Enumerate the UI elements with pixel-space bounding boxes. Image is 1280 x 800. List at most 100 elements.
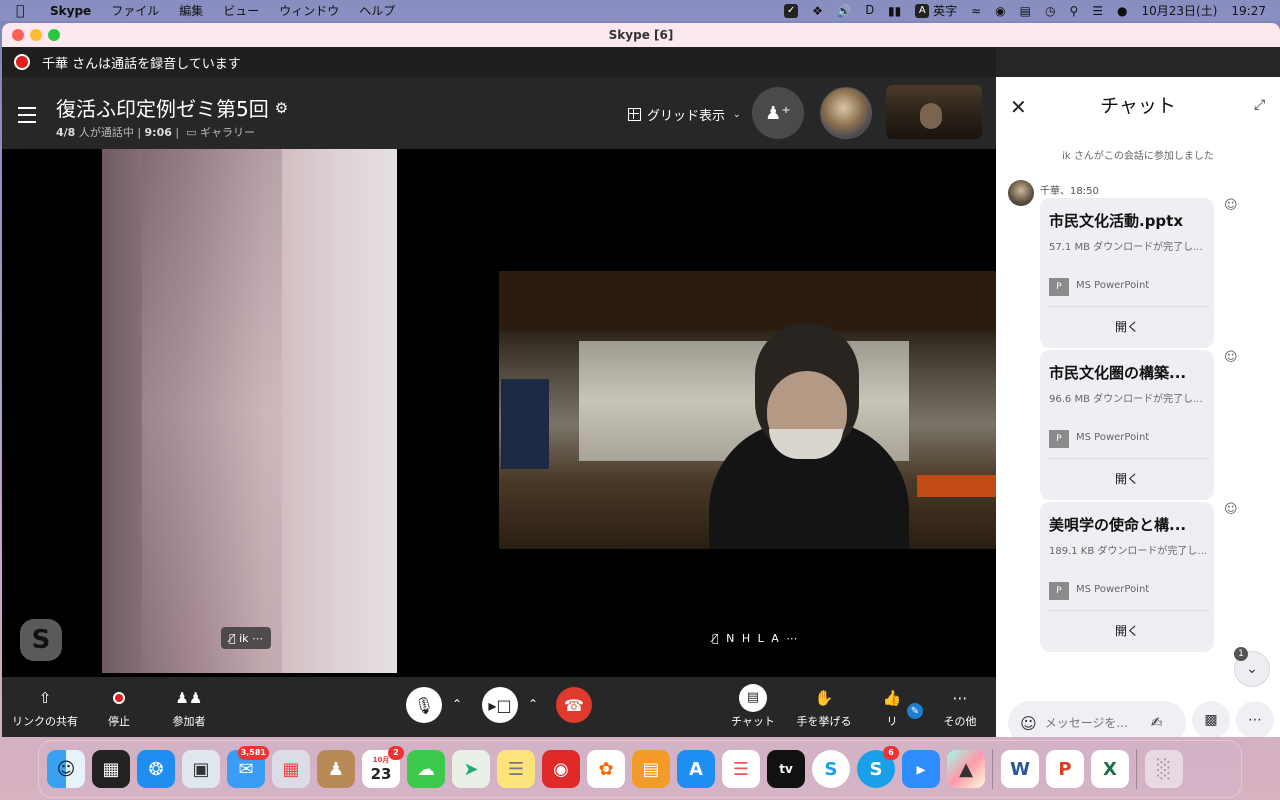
dropbox-icon[interactable]: ❖: [812, 4, 823, 18]
expand-icon[interactable]: ⤢: [1254, 97, 1265, 113]
zoom-window-button[interactable]: [48, 29, 60, 41]
hamburger-menu-icon[interactable]: [18, 107, 36, 128]
skype-alt-icon[interactable]: S6: [857, 746, 899, 788]
skype-icon[interactable]: S: [812, 750, 850, 788]
bluetooth-icon[interactable]: Ꭰ: [866, 3, 874, 18]
participant-video-thumbnail[interactable]: [886, 85, 982, 139]
wifi-icon[interactable]: ≈: [971, 4, 981, 18]
word-icon[interactable]: W: [1001, 750, 1039, 788]
finder-icon[interactable]: ☺: [47, 750, 85, 788]
participants-button[interactable]: ♟♟ 参加者: [164, 687, 214, 729]
video-tile-nhla[interactable]: [499, 271, 996, 549]
more-options-button[interactable]: ⋯: [1236, 701, 1274, 737]
siri-icon[interactable]: ●: [1117, 4, 1127, 18]
camera-options-chevron-icon[interactable]: ⌃: [528, 697, 538, 711]
emoji-reaction-icon[interactable]: ☺: [1224, 198, 1238, 213]
control-center-icon[interactable]: ☰: [1092, 4, 1103, 18]
menu-help[interactable]: ヘルプ: [359, 2, 395, 19]
launchpad-icon[interactable]: ▦: [272, 750, 310, 788]
minimize-window-button[interactable]: [30, 29, 42, 41]
menu-view[interactable]: ビュー: [223, 2, 259, 19]
volume-icon[interactable]: 🔊: [837, 4, 852, 18]
books-icon[interactable]: ▤: [632, 750, 670, 788]
excel-icon[interactable]: X: [1091, 750, 1129, 788]
participant-label-ik[interactable]: 🎙̸ ik ⋯: [221, 627, 272, 649]
file-app: MS PowerPoint: [1076, 280, 1150, 291]
microphone-button[interactable]: 🎙: [406, 687, 442, 723]
message-input[interactable]: [1044, 716, 1145, 730]
chat-button[interactable]: ▤ チャット: [728, 684, 778, 729]
emoji-reaction-icon[interactable]: ☺: [1224, 350, 1238, 365]
notes-icon[interactable]: ☰: [497, 750, 535, 788]
participant-label-nhla[interactable]: 🎙̸ N H L A ⋯: [712, 627, 799, 649]
menu-window[interactable]: ウィンドウ: [279, 2, 339, 19]
display-icon[interactable]: ▤: [1020, 4, 1031, 18]
video-camera-icon: ▸□: [488, 695, 512, 715]
spotlight-search-icon[interactable]: ⚲: [1069, 4, 1078, 18]
close-window-button[interactable]: [12, 29, 24, 41]
menubar-time[interactable]: 19:27: [1231, 4, 1266, 18]
recording-banner: 千華 さんは通話を録音しています: [2, 47, 996, 77]
prism-icon[interactable]: ▲: [947, 750, 985, 788]
powerpoint-app-icon[interactable]: P: [1046, 750, 1084, 788]
check-icon[interactable]: ✓: [784, 3, 799, 18]
safari-icon[interactable]: ❂: [137, 750, 175, 788]
skype-badge: 6: [883, 746, 899, 760]
trash-icon[interactable]: ░: [1145, 750, 1183, 788]
apple-icon[interactable]: : [16, 3, 32, 19]
file-card[interactable]: 市民文化活動.pptx 57.1 MB ダウンロードが完了し... P MS P…: [1040, 198, 1214, 348]
powerpoint-icon: P: [1049, 582, 1069, 600]
menu-file[interactable]: ファイル: [111, 2, 159, 19]
open-file-button[interactable]: 開く: [1040, 622, 1214, 639]
hang-up-button[interactable]: ☎: [556, 687, 592, 723]
maps-icon[interactable]: ➤: [452, 750, 490, 788]
format-pen-icon[interactable]: ✍: [1151, 715, 1163, 731]
stop-recording-button[interactable]: 停止: [94, 687, 144, 729]
input-method-label: 英字: [933, 4, 958, 18]
mic-options-chevron-icon[interactable]: ⌃: [452, 697, 462, 711]
sender-info: 千華、18:50: [1040, 186, 1099, 197]
menubar-date[interactable]: 10月23日(土): [1142, 2, 1218, 19]
participant-avatar[interactable]: [820, 87, 872, 139]
input-method-icon[interactable]: A 英字: [915, 2, 957, 19]
messages-icon[interactable]: ☁: [407, 750, 445, 788]
add-participant-button[interactable]: ♟⁺: [752, 87, 804, 139]
emoji-reaction-icon[interactable]: ☺: [1224, 502, 1238, 517]
menu-edit[interactable]: 編集: [179, 2, 203, 19]
share-link-button[interactable]: ⇧ リンクの共有: [10, 687, 80, 729]
file-card[interactable]: 市民文化圏の構築... 96.6 MB ダウンロードが完了し... P MS P…: [1040, 350, 1214, 500]
file-card[interactable]: 美唄学の使命と構... 189.1 KB ダウンロードが完了し... P MS …: [1040, 502, 1214, 652]
zoom-icon[interactable]: ▸: [902, 750, 940, 788]
more-button[interactable]: ⋯ その他: [938, 687, 982, 729]
apple-tv-icon[interactable]: tv: [767, 750, 805, 788]
pencil-icon[interactable]: ✎: [905, 701, 925, 721]
camera-button[interactable]: ▸□: [482, 687, 518, 723]
media-gallery-button[interactable]: ▩: [1192, 701, 1230, 737]
photos-icon[interactable]: ✿: [587, 750, 625, 788]
app-store-icon[interactable]: A: [677, 750, 715, 788]
open-file-button[interactable]: 開く: [1040, 318, 1214, 335]
mail-icon[interactable]: ✉ 3,581: [227, 746, 269, 788]
calendar-icon[interactable]: 10月 23 2: [362, 746, 404, 788]
preview-icon[interactable]: ▣: [182, 750, 220, 788]
emoji-icon[interactable]: ☺: [1020, 714, 1037, 733]
more-options-icon[interactable]: ⋯: [252, 632, 263, 645]
raise-hand-button[interactable]: ✋ 手を挙げる: [794, 687, 854, 729]
time-machine-icon[interactable]: ◷: [1045, 4, 1055, 18]
menu-app-name[interactable]: Skype: [50, 4, 91, 18]
sender-avatar[interactable]: [1008, 180, 1034, 206]
user-icon[interactable]: ◉: [995, 4, 1005, 18]
microphone-icon: 🎙: [413, 695, 435, 715]
reminders-icon[interactable]: ☰: [722, 750, 760, 788]
open-file-button[interactable]: 開く: [1040, 470, 1214, 487]
grid-view-dropdown[interactable]: グリッド表示 ⌄: [628, 105, 741, 124]
mission-control-icon[interactable]: ▦: [92, 750, 130, 788]
more-options-icon[interactable]: ⋯: [786, 632, 799, 645]
gear-icon[interactable]: ⚙: [275, 99, 288, 117]
video-tile-ik[interactable]: [102, 149, 397, 673]
participants-label: 参加者: [172, 715, 206, 728]
contacts-icon[interactable]: ♟: [317, 750, 355, 788]
unread-badge: 1: [1234, 647, 1248, 661]
photo-booth-icon[interactable]: ◉: [542, 750, 580, 788]
battery-icon[interactable]: ▮▮: [888, 4, 901, 18]
